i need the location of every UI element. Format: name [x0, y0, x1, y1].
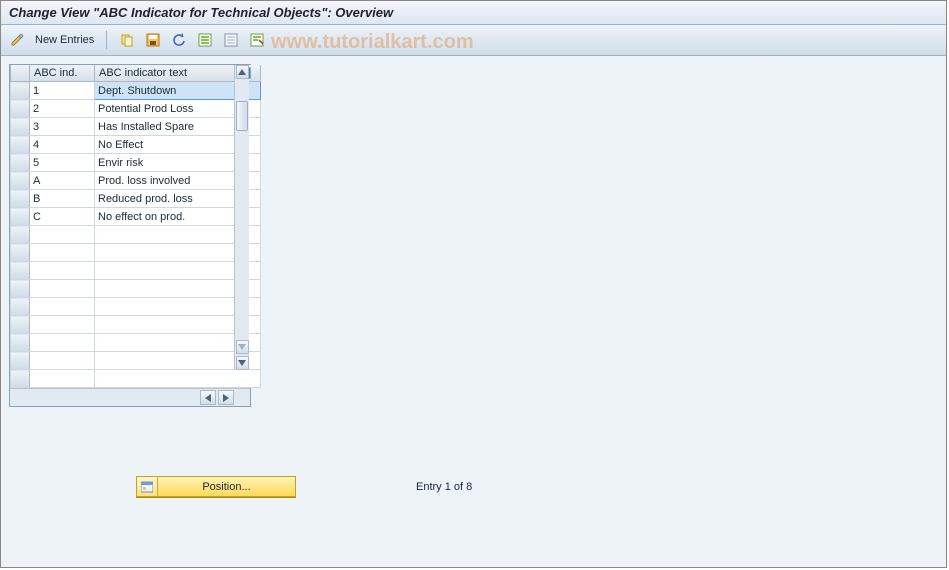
cell-ind[interactable]: B [30, 190, 95, 208]
row-selector[interactable] [11, 208, 30, 226]
toolbar: New Entries [1, 25, 946, 56]
table-row[interactable]: 3Has Installed Spare [11, 118, 261, 136]
position-button[interactable]: Position... [136, 476, 296, 497]
cell-ind[interactable] [30, 316, 95, 334]
table-row[interactable] [11, 244, 261, 262]
row-selector[interactable] [11, 316, 30, 334]
cell-ind[interactable]: 4 [30, 136, 95, 154]
scroll-right-icon[interactable] [218, 390, 234, 405]
table-row[interactable]: 5Envir risk [11, 154, 261, 172]
table-row[interactable] [11, 316, 261, 334]
table-row[interactable]: CNo effect on prod. [11, 208, 261, 226]
row-selector[interactable] [11, 226, 30, 244]
cell-text[interactable] [95, 370, 261, 388]
toolbar-separator [106, 31, 107, 49]
scroll-left-icon[interactable] [200, 390, 216, 405]
position-button-label: Position... [158, 481, 295, 493]
row-selector[interactable] [11, 172, 30, 190]
row-selector[interactable] [11, 100, 30, 118]
table-row[interactable] [11, 370, 261, 388]
scroll-down-dim1-icon[interactable] [236, 340, 249, 354]
table-row[interactable] [11, 262, 261, 280]
column-header-ind[interactable]: ABC ind. [30, 65, 95, 82]
row-selector[interactable] [11, 154, 30, 172]
cell-ind[interactable]: 3 [30, 118, 95, 136]
cell-ind[interactable]: 5 [30, 154, 95, 172]
app-window: Change View "ABC Indicator for Technical… [0, 0, 947, 568]
cell-ind[interactable]: A [30, 172, 95, 190]
cell-ind[interactable] [30, 244, 95, 262]
copy-icon[interactable] [119, 32, 135, 48]
table-row[interactable]: 4No Effect [11, 136, 261, 154]
new-entries-button[interactable]: New Entries [35, 34, 94, 46]
cell-ind[interactable] [30, 352, 95, 370]
content-area: ABC ind. ABC indicator text 1Dept. Shutd… [1, 56, 946, 567]
deselect-all-icon[interactable] [223, 32, 239, 48]
cell-ind[interactable]: C [30, 208, 95, 226]
row-selector[interactable] [11, 82, 30, 100]
horizontal-scrollbar[interactable] [10, 388, 250, 406]
print-icon[interactable] [249, 32, 265, 48]
cell-ind[interactable] [30, 262, 95, 280]
row-selector[interactable] [11, 136, 30, 154]
table-row[interactable]: 1Dept. Shutdown [11, 82, 261, 100]
row-selector[interactable] [11, 334, 30, 352]
data-grid: ABC ind. ABC indicator text 1Dept. Shutd… [9, 64, 251, 407]
entry-counter: Entry 1 of 8 [416, 481, 472, 493]
table-row[interactable]: BReduced prod. loss [11, 190, 261, 208]
page-title: Change View "ABC Indicator for Technical… [1, 1, 946, 25]
row-selector[interactable] [11, 262, 30, 280]
table-row[interactable]: AProd. loss involved [11, 172, 261, 190]
row-selector[interactable] [11, 352, 30, 370]
cell-ind[interactable] [30, 334, 95, 352]
cell-ind[interactable] [30, 280, 95, 298]
footer: Position... Entry 1 of 8 [1, 476, 946, 497]
scroll-down-icon[interactable] [236, 356, 249, 370]
scroll-thumb[interactable] [236, 101, 248, 131]
row-selector[interactable] [11, 280, 30, 298]
column-header-text[interactable]: ABC indicator text [95, 65, 236, 82]
cell-ind[interactable]: 1 [30, 82, 95, 100]
table-row[interactable] [11, 352, 261, 370]
row-selector[interactable] [11, 118, 30, 136]
cell-ind[interactable]: 2 [30, 100, 95, 118]
table-row[interactable] [11, 334, 261, 352]
abc-table[interactable]: ABC ind. ABC indicator text 1Dept. Shutd… [10, 65, 261, 388]
change-icon[interactable] [9, 32, 25, 48]
table-row[interactable] [11, 280, 261, 298]
table-row[interactable]: 2Potential Prod Loss [11, 100, 261, 118]
cell-ind[interactable] [30, 298, 95, 316]
vertical-scrollbar[interactable] [234, 65, 249, 370]
select-all-icon[interactable] [197, 32, 213, 48]
row-selector[interactable] [11, 244, 30, 262]
cell-ind[interactable] [30, 226, 95, 244]
table-row[interactable] [11, 226, 261, 244]
row-selector[interactable] [11, 190, 30, 208]
undo-icon[interactable] [171, 32, 187, 48]
row-selector[interactable] [11, 370, 30, 388]
scroll-track[interactable] [235, 79, 249, 370]
save-icon[interactable] [145, 32, 161, 48]
row-selector[interactable] [11, 298, 30, 316]
scroll-up-icon[interactable] [236, 65, 249, 79]
row-selector-header[interactable] [11, 65, 30, 82]
position-icon [137, 477, 158, 496]
cell-ind[interactable] [30, 370, 95, 388]
table-row[interactable] [11, 298, 261, 316]
